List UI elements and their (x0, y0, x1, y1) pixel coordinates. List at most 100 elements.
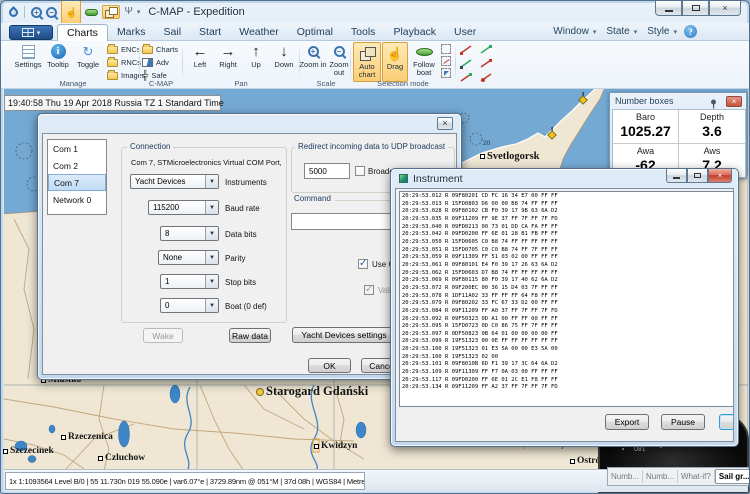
instrument-minimize-button[interactable] (666, 169, 687, 183)
data-line: 20:29:53.059 R 09F11309 FF 51 03 02 00 F… (402, 254, 733, 262)
pan-left-button[interactable]: ←Left (185, 43, 215, 79)
broadcast-checkbox[interactable] (355, 166, 365, 176)
help-icon[interactable]: ? (684, 25, 697, 38)
pan-down-button[interactable]: ↓Down (269, 43, 299, 79)
cmap-adv-button[interactable]: Adv (142, 58, 169, 67)
zoom-out-button[interactable]: −Zoom out (325, 43, 353, 79)
pan-up-button[interactable]: ↑Up (241, 43, 271, 79)
validate-checkbox[interactable] (364, 285, 374, 295)
data-line: 20:29:53.062 R 15FD0603 D7 B8 74 FF FF F… (402, 270, 733, 278)
follow-boat-button[interactable]: Follow boat (410, 43, 438, 79)
boat-icon (416, 48, 433, 56)
data-bits-combo[interactable]: 8▼ (160, 226, 219, 241)
bottom-window-tabs: Numb... Numb... What-if? Sail gr... (607, 467, 749, 486)
data-line: 20:29:53.012 R 09F80201 CD FC 16 34 E7 0… (402, 193, 733, 201)
tab-tools[interactable]: Tools (342, 24, 385, 41)
ribbon-group-marks-tools (459, 41, 499, 89)
arrow-up-icon: ↑ (252, 44, 260, 59)
pause-button[interactable]: Pause (661, 414, 705, 430)
dialog-close-icon[interactable]: × (437, 117, 453, 130)
cmap-charts-button[interactable]: Charts (142, 45, 178, 54)
raw-data-button[interactable]: Raw data (229, 328, 271, 343)
tab-playback[interactable]: Playback (384, 24, 445, 41)
stop-bits-combo[interactable]: 1▼ (160, 274, 219, 289)
zoom-out-icon[interactable]: − (46, 7, 57, 18)
menu-style[interactable]: Style (647, 26, 669, 37)
data-line: 20:29:53.084 R 09F11209 FF A0 37 FF 7F F… (402, 308, 733, 316)
chart-pane-icon (142, 58, 153, 67)
export-button[interactable]: Export (605, 414, 649, 430)
parity-combo[interactable]: None▼ (158, 250, 219, 265)
drag-button[interactable]: ☝Drag (382, 42, 408, 82)
zoom-in-icon[interactable]: + (31, 7, 42, 18)
chevron-down-icon: ▼ (205, 175, 218, 188)
pan-right-button[interactable]: →Right (213, 43, 243, 79)
qat-dropdown-icon[interactable]: ▾ (137, 8, 141, 16)
udp-port-field[interactable] (304, 163, 350, 179)
zoom-in-button[interactable]: +Zoom in (299, 43, 327, 79)
number-boxes-close-icon[interactable]: × (726, 96, 742, 107)
select-line-icon[interactable] (441, 56, 451, 66)
minimize-button[interactable] (655, 1, 682, 16)
tab-charts[interactable]: Charts (57, 24, 108, 41)
connection-dialog-titlebar[interactable] (38, 114, 461, 133)
clipped-button[interactable] (719, 414, 734, 430)
maximize-button[interactable] (682, 1, 709, 16)
ok-button[interactable]: OK (308, 358, 351, 373)
tab-marks[interactable]: Marks (108, 24, 155, 41)
follow-boat-icon[interactable] (85, 9, 98, 16)
select-box-icon[interactable] (441, 44, 451, 54)
baud-rate-combo[interactable]: 115200▼ (148, 200, 219, 215)
toggle-button[interactable]: ↻ Toggle (73, 43, 103, 79)
tab-weather[interactable]: Weather (230, 24, 288, 41)
data-line: 20:29:53.042 R 09FD0200 FF 6E 01 28 B1 F… (402, 231, 733, 239)
port-item-com1[interactable]: Com 1 (48, 140, 106, 157)
rncs-button[interactable]: RNCs (107, 58, 141, 67)
data-line: 20:29:53.101 R 09F8010B 6D F1 39 17 3C 6… (402, 361, 733, 369)
yacht-devices-settings-button[interactable]: Yacht Devices settings (292, 327, 396, 343)
wake-button[interactable]: Wake (143, 328, 183, 343)
tooltip-button[interactable]: i Tooltip (43, 43, 73, 79)
drag-mode-icon[interactable]: ☝ (61, 0, 81, 24)
settings-button[interactable]: Settings (13, 43, 43, 79)
number-box-baro[interactable]: Baro1025.27 (613, 110, 679, 144)
instrument-data-log[interactable]: 20:29:53.012 R 09F80201 CD FC 16 34 E7 0… (399, 191, 734, 407)
port-item-network0[interactable]: Network 0 (48, 191, 106, 208)
hand-icon: ☝ (387, 49, 403, 59)
tab-numbers-2[interactable]: Numb... (643, 470, 678, 483)
encs-button[interactable]: ENCs (107, 45, 141, 54)
use-gps-checkbox[interactable] (358, 259, 368, 269)
chevron-down-icon: ▼ (205, 299, 218, 312)
title-bar: + − ☝ Ψ ▾ C-MAP - Expedition × (1, 1, 749, 23)
gps-antenna-icon[interactable]: Ψ (124, 7, 132, 17)
port-description: Com 7, STMicroelectronics Virtual COM Po… (131, 158, 282, 167)
port-item-com7[interactable]: Com 7 (48, 174, 106, 191)
auto-chart-button[interactable]: Auto chart (353, 42, 381, 82)
tab-numbers-1[interactable]: Numb... (608, 470, 643, 483)
tab-sail-graph[interactable]: Sail gr... (715, 469, 750, 484)
mark-tools-icons[interactable] (459, 43, 499, 85)
port-item-com2[interactable]: Com 2 (48, 157, 106, 174)
number-box-depth[interactable]: Depth3.6 (679, 110, 745, 144)
info-icon: i (51, 44, 66, 59)
menu-state[interactable]: State (606, 26, 629, 37)
tab-start[interactable]: Start (190, 24, 230, 41)
menu-window[interactable]: Window (553, 26, 589, 37)
select-poly-icon[interactable] (441, 68, 451, 78)
instrument-close-button[interactable]: × (708, 169, 732, 183)
close-button[interactable]: × (709, 1, 741, 16)
data-line: 20:29:53.079 R 09F80202 33 FC 67 33 D2 0… (402, 300, 733, 308)
tab-user[interactable]: User (445, 24, 485, 41)
instrument-title: Instrument (413, 173, 463, 185)
boat-combo[interactable]: 0▼ (160, 298, 219, 313)
tab-what-if[interactable]: What-if? (678, 470, 715, 483)
instruments-combo[interactable]: Yacht Devices▼ (130, 174, 219, 189)
auto-chart-icon (360, 47, 375, 60)
auto-chart-icon[interactable] (102, 5, 120, 19)
tab-sail[interactable]: Sail (155, 24, 191, 41)
tab-optimal[interactable]: Optimal (288, 24, 342, 41)
application-menu-button[interactable]: ▾ (9, 25, 53, 40)
ribbon-group-scale: +Zoom in −Zoom out Scale (302, 41, 350, 89)
folder-icon (142, 46, 153, 54)
instrument-maximize-button[interactable] (687, 169, 708, 183)
